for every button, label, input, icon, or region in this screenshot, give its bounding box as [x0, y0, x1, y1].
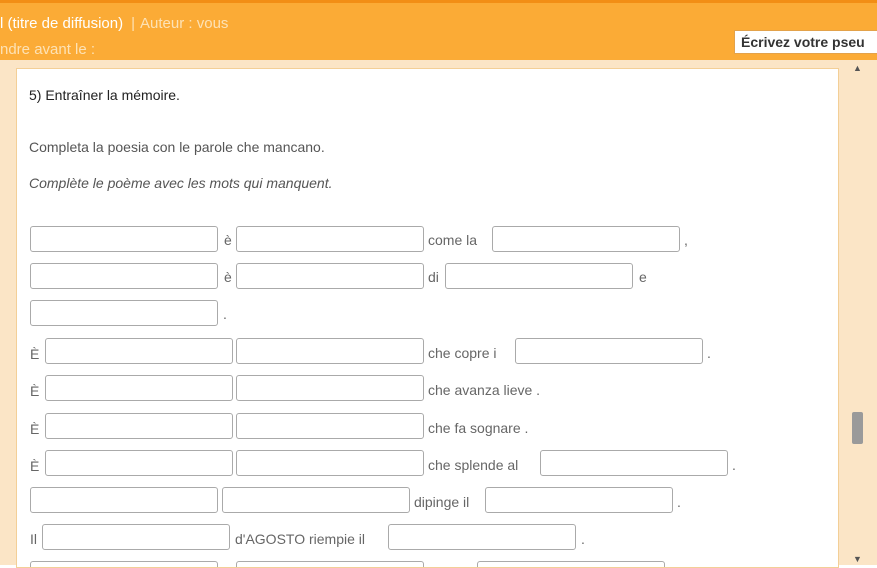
word-label: che fa sognare . [428, 420, 529, 436]
blank-field[interactable] [236, 263, 424, 289]
blank-field[interactable] [236, 413, 424, 439]
blank-field[interactable] [30, 487, 218, 513]
word-label: È [30, 383, 40, 399]
word-label: che splende al [428, 457, 519, 473]
exercise-heading: 5) Entraîner la mémoire. [29, 87, 180, 103]
word-label: dipinge il [414, 494, 470, 510]
top-bar: l (titre de diffusion) | Auteur : vous ndr… [0, 0, 877, 60]
word-label: Il [30, 531, 37, 547]
blank-field[interactable] [236, 338, 424, 364]
word-label: che avanza lieve . [428, 382, 541, 398]
blank-field[interactable] [236, 226, 424, 252]
blank-field[interactable] [45, 338, 233, 364]
word-label: d'AGOSTO riempie il [235, 531, 366, 547]
pseudo-input[interactable]: Écrivez votre pseu [734, 30, 877, 54]
broadcast-title: l (titre de diffusion) [0, 15, 124, 32]
word-label: . [581, 531, 585, 547]
blank-field[interactable] [492, 226, 680, 252]
word-label: È [30, 458, 40, 474]
scrollbar-thumb[interactable] [852, 412, 863, 444]
blank-field[interactable] [236, 375, 424, 401]
blank-field[interactable] [45, 450, 233, 476]
word-label: è [224, 269, 232, 285]
blank-field[interactable] [236, 450, 424, 476]
word-label: . [732, 457, 736, 473]
blank-field[interactable] [45, 375, 233, 401]
blank-field[interactable] [222, 487, 410, 513]
blank-field[interactable] [42, 524, 230, 550]
instruction-italian: Completa la poesia con le parole che man… [29, 139, 325, 155]
instruction-french: Complète le poème avec les mots qui manq… [29, 175, 333, 191]
blank-field[interactable] [388, 524, 576, 550]
word-label: che copre i [428, 345, 497, 361]
blank-field[interactable] [540, 450, 728, 476]
scrollbar[interactable] [847, 60, 867, 565]
blank-field[interactable] [445, 263, 633, 289]
content-panel: 5) Entraîner la mémoire. Completa la poe… [0, 60, 877, 568]
word-label: . [707, 345, 711, 361]
word-label: È [30, 421, 40, 437]
word-label: È [30, 346, 40, 362]
word-label: . [223, 306, 227, 322]
blank-field[interactable] [45, 413, 233, 439]
word-label: . [677, 494, 681, 510]
scroll-down-arrow-icon[interactable]: ▼ [853, 554, 862, 564]
word-label: di [428, 269, 439, 285]
scroll-up-arrow-icon[interactable]: ▲ [853, 63, 862, 73]
deadline-label: ndre avant le : [0, 41, 96, 58]
word-label: , [684, 232, 688, 248]
exercise-sheet: 5) Entraîner la mémoire. Completa la poe… [16, 68, 839, 568]
author-label: Auteur : vous [140, 15, 229, 32]
word-label: è [224, 232, 232, 248]
word-label: e [639, 269, 647, 285]
blank-field[interactable] [30, 226, 218, 252]
word-label: come la [428, 232, 478, 248]
document-title: l (titre de diffusion) | Auteur : vous [0, 15, 228, 32]
blank-field[interactable] [485, 487, 673, 513]
blank-field[interactable] [30, 263, 218, 289]
blank-field[interactable] [515, 338, 703, 364]
blank-field[interactable] [30, 300, 218, 326]
title-separator: | [131, 15, 136, 32]
